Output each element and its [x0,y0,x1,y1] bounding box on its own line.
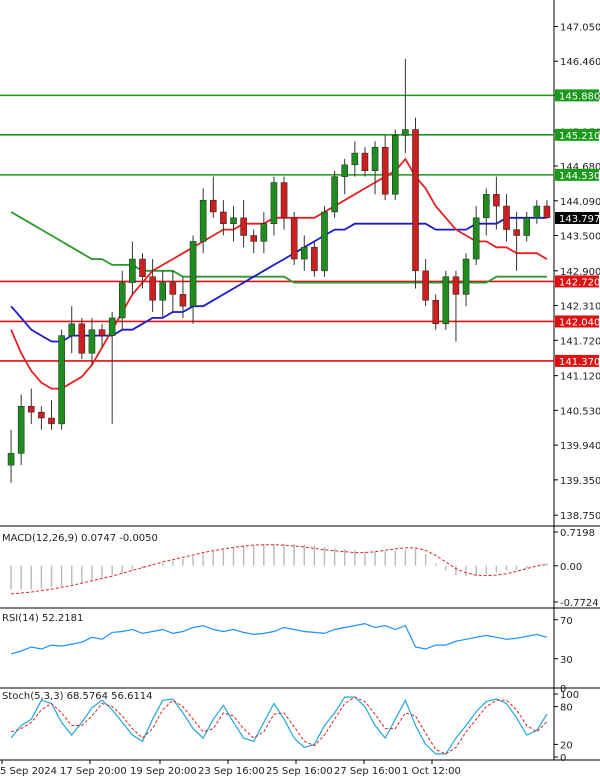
candle-bullish [189,241,197,307]
candle-bearish [209,199,217,213]
candle-bullish [68,323,76,336]
candle-bullish [321,211,328,272]
price-tick-label: 138.750 [560,511,600,522]
candle-bearish [98,329,106,336]
price-tick-label: 143.500 [560,232,600,243]
candle-bullish [391,135,399,195]
stoch-tick-label: 0 [560,753,566,764]
time-tick-label: 19 Sep 20:00 [130,766,197,776]
candle-bullish [118,282,126,319]
candle-bullish [88,329,96,354]
stoch-tick-label: 80 [560,703,573,714]
candle-bearish [78,323,86,354]
price-tick-label: 139.350 [560,476,600,487]
candle-bearish [412,129,419,272]
price-tick-label: 144.090 [560,197,600,208]
candle-bullish [472,217,480,260]
rsi-tick-label: 70 [560,616,573,627]
candle-bullish [442,276,450,325]
candle-bearish [381,146,389,195]
resistance-level-label: 144.530 [559,171,600,182]
candle-bullish [341,164,349,177]
candle-bearish [422,270,429,301]
candle-bullish [58,335,65,425]
price-tick-label: 146.460 [560,57,600,68]
candle-bearish [311,247,318,272]
candle-bearish [240,217,247,236]
time-tick-label: 25 Sep 16:00 [266,766,333,776]
candle-bearish [139,258,146,277]
rsi-label: RSI(14) 52.2181 [2,613,83,624]
current-price-label: 143.797 [559,214,600,225]
price-tick-label: 147.050 [560,22,600,33]
candle-bearish [280,182,288,219]
candle-bearish [220,211,227,224]
price-tick-label: 140.530 [560,406,600,417]
candle-bullish [260,223,268,242]
chart-root: 147.050146.460145.880145.270144.680144.0… [0,0,600,776]
candle-bullish [17,405,25,454]
candle-bullish [482,194,490,219]
candle-bullish [331,176,338,213]
price-tick-label: 142.310 [560,302,600,313]
candle-bullish [300,247,308,260]
resistance-level-label: 145.880 [559,91,600,102]
time-tick-label: 23 Sep 16:00 [198,766,265,776]
macd-tick-label: 0.7198 [560,528,595,539]
price-tick-label: 139.940 [560,441,600,452]
stoch-label: Stoch(5,3,3) 68.5764 56.6114 [2,691,153,702]
time-tick-label: 5 Sep 2024 [0,766,57,776]
macd-label: MACD(12,26,9) 0.0747 -0.0050 [2,533,158,544]
candle-bearish [38,411,45,419]
candle-bearish [361,152,369,171]
price-tick-label: 141.120 [560,372,600,383]
candle-bearish [493,194,500,207]
candle-bearish [432,300,440,325]
macd-tick-label: -0.7724 [560,598,599,609]
candle-bullish [533,205,541,219]
candle-bullish [462,258,470,295]
support-level-label: 141.370 [559,357,600,368]
rsi-line [10,622,548,655]
stoch-tick-label: 100 [560,690,579,701]
support-level-label: 142.720 [559,277,600,288]
candle-bearish [169,282,177,295]
candle-bullish [351,152,359,166]
candle-bearish [452,276,460,295]
candle-bullish [402,129,409,136]
candle-bullish [230,217,237,224]
time-tick-label: 1 Oct 12:00 [402,766,461,776]
candle-bearish [503,205,510,230]
stoch-k-line [10,696,548,755]
candle-bullish [523,217,531,236]
stoch-tick-label: 20 [560,740,573,751]
candle-bearish [250,235,258,242]
rsi-tick-label: 30 [560,655,573,666]
candle-bearish [290,217,298,260]
candle-bullish [270,182,278,224]
candle-bullish [7,453,15,466]
candle-bullish [371,146,379,171]
candle-bullish [199,199,207,242]
candle-bearish [48,417,55,425]
candle-bullish [129,258,136,283]
resistance-level-label: 145.210 [559,131,600,142]
candle-bearish [513,229,520,236]
time-tick-label: 27 Sep 16:00 [334,766,401,776]
time-tick-label: 17 Sep 20:00 [60,766,127,776]
candle-bearish [149,276,156,301]
candle-bearish [179,294,187,307]
candle-bearish [543,205,551,219]
candle-bullish [108,317,116,336]
support-level-label: 142.040 [559,317,600,328]
price-tick-label: 141.720 [560,336,600,347]
candle-bearish [27,405,35,413]
candle-bullish [159,282,167,301]
macd-tick-label: 0.00 [560,562,582,573]
